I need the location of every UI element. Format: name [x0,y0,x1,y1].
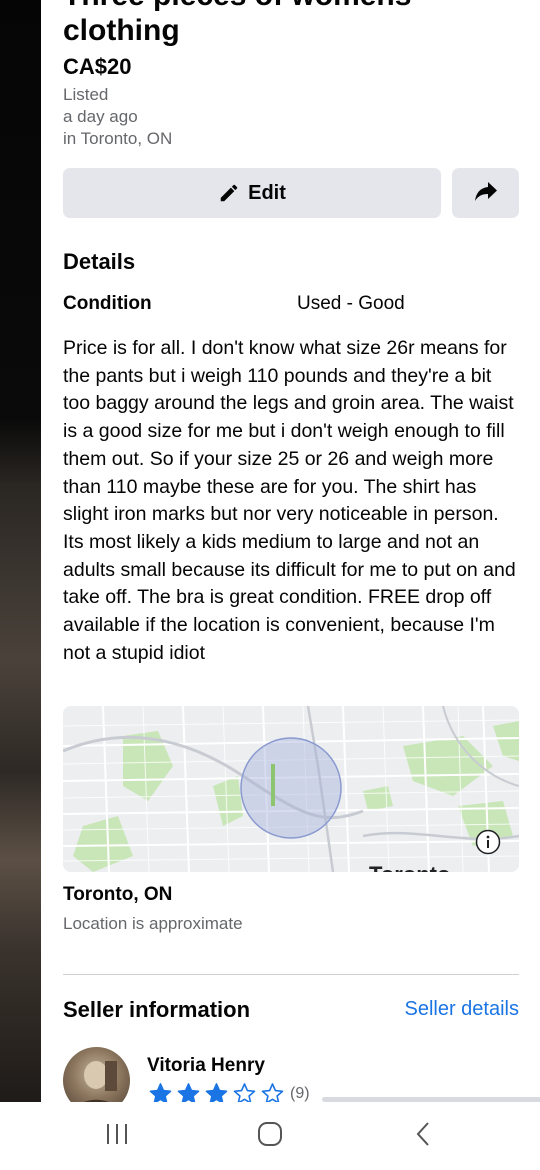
map-city-label: Toronto [369,862,450,872]
seller-rating: (9) [147,1082,310,1102]
info-icon[interactable] [475,829,501,855]
share-arrow-icon [474,180,498,207]
home-button[interactable] [230,1111,310,1161]
listing-price: CA$20 [63,54,132,79]
system-nav-bar [0,1102,540,1170]
seller-avatar[interactable] [63,1047,130,1102]
listed-time: a day ago [63,107,138,126]
back-icon [414,1121,432,1152]
home-icon [257,1121,283,1152]
recent-apps-icon [104,1122,130,1151]
listed-location: in Toronto, ON [63,129,173,148]
listing-title: Three pieces of womens clothing [63,0,411,47]
listed-label: Listed [63,85,109,104]
condition-label: Condition [63,293,152,314]
star-row [147,1082,287,1102]
seller-name: Vitoria Henry [147,1055,265,1076]
seller-heading: Seller information [63,997,251,1022]
seller-details-link[interactable]: Seller details [404,998,519,1021]
star-filled-icon [177,1083,200,1102]
details-heading: Details [63,249,136,274]
rating-count: (9) [290,1085,310,1102]
location-map[interactable]: Toronto [63,706,519,872]
divider [63,974,519,975]
edit-button[interactable]: Edit [63,168,441,218]
background-photo-strip [0,0,41,1102]
edit-label: Edit [248,181,286,204]
pencil-icon [218,182,240,204]
location-title: Toronto, ON [63,884,173,905]
star-filled-icon [149,1083,172,1102]
star-empty-icon [233,1083,256,1102]
share-button[interactable] [452,168,519,218]
recent-apps-button[interactable] [77,1111,157,1161]
listing-sheet: Three pieces of womens clothing CA$20 Li… [41,0,540,1102]
location-note: Location is approximate [63,914,243,933]
listing-description: Price is for all. I don't know what size… [63,337,516,664]
map-graphic: Toronto [63,706,519,872]
star-empty-icon [261,1083,284,1102]
condition-value: Used - Good [297,293,405,314]
star-filled-icon [205,1083,228,1102]
back-button[interactable] [383,1111,463,1161]
